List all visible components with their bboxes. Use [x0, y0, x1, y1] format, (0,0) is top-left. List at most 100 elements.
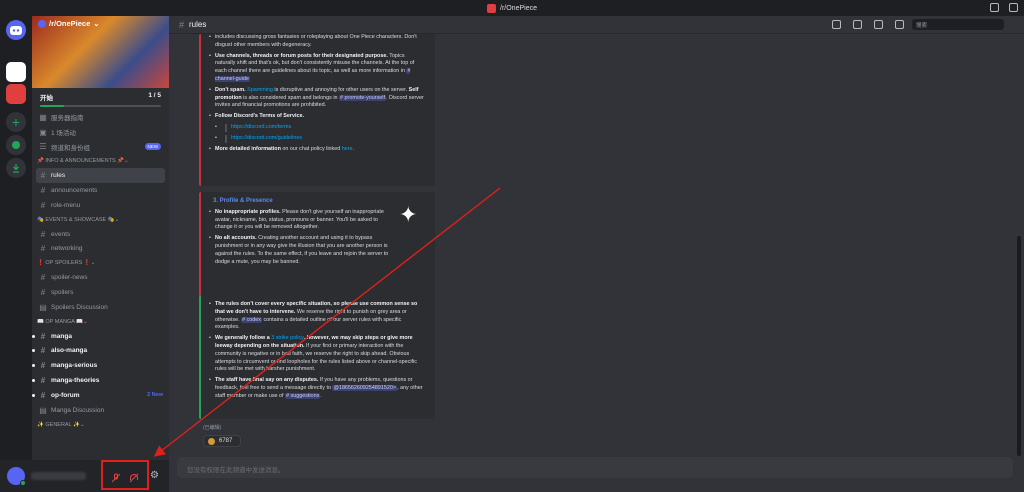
status-online-icon — [20, 480, 26, 486]
category-header[interactable]: 📖 OP MANGA 📖 ⌄ — [32, 315, 169, 329]
chevron-down-icon: ⌄ — [124, 158, 129, 165]
channel-name: also-manga — [51, 347, 88, 355]
members-icon[interactable] — [895, 20, 904, 29]
channel-name: spoilers — [51, 289, 74, 297]
window-title: /r/OnePiece — [500, 4, 537, 12]
sidebar-channel[interactable]: # spoiler-news — [32, 270, 169, 285]
user-mention[interactable]: @186562609254891520> — [332, 384, 398, 391]
category-header[interactable]: ✨ GENERAL ✨ ⌄ — [32, 418, 169, 432]
unread-dot — [32, 379, 35, 383]
title-bar: /r/OnePiece — [0, 0, 1024, 16]
scrollbar[interactable] — [1017, 236, 1021, 456]
server-name[interactable]: /r/OnePiece ⌄ — [38, 19, 100, 28]
hash-icon: # — [40, 186, 46, 196]
sidebar-top-item[interactable]: ▦ 服务器指南 — [32, 110, 169, 125]
channel-mention[interactable]: # promote-yourself — [339, 94, 386, 101]
channel-name: manga — [51, 332, 72, 340]
unread-dot — [32, 349, 35, 353]
notifications-muted-icon[interactable] — [853, 20, 862, 29]
hash-icon: # — [40, 244, 46, 254]
hash-icon: # — [40, 346, 46, 356]
inbox-icon[interactable] — [990, 3, 999, 12]
hash-icon: # — [40, 273, 46, 283]
edited-label: (已编辑) — [203, 425, 222, 431]
sidebar-channel[interactable]: # manga-theories — [32, 373, 169, 388]
home-discord-icon[interactable] — [6, 20, 26, 40]
channel-name: Manga Discussion — [51, 406, 105, 414]
reaction-button[interactable]: 6787 — [203, 435, 241, 447]
add-server-icon[interactable]: + — [6, 112, 26, 132]
sidebar-top-item[interactable]: ☰ 频道和身份组 NEW — [32, 140, 169, 155]
category-header[interactable]: 🎭 EVENTS & SHOWCASE 🎭 ⌄ — [32, 213, 169, 227]
sidebar-channel[interactable]: # op-forum 2 New — [32, 388, 169, 403]
terms-link: https://discord.com/terms — [215, 123, 425, 132]
sidebar-channel[interactable]: # rules — [36, 168, 165, 184]
channel-name: manga-serious — [51, 362, 98, 370]
here-link[interactable]: here — [342, 146, 353, 152]
microphone-muted-icon[interactable] — [111, 470, 121, 483]
sidebar-item-label: 1 场活动 — [51, 130, 76, 138]
sidebar-item-label: 服务器指南 — [51, 115, 84, 123]
explore-icon[interactable] — [6, 135, 26, 155]
chevron-down-icon: ⌄ — [93, 19, 100, 28]
download-icon[interactable] — [6, 158, 26, 178]
gear-icon[interactable]: ⚙ — [150, 470, 159, 481]
forum-icon: ▤ — [39, 302, 47, 312]
channel-name: rules — [51, 172, 66, 180]
sidebar-channel[interactable]: # spoilers — [32, 285, 169, 300]
sidebar-channel[interactable]: # announcements — [32, 183, 169, 198]
rule-item: We generally follow a 3 strike policy, h… — [209, 335, 425, 374]
rule-item: The rules don't cover every specific sit… — [209, 301, 425, 332]
search-input[interactable]: 搜索 — [912, 19, 1004, 30]
chevron-down-icon: ⌄ — [114, 216, 120, 223]
channel-name: announcements — [51, 187, 98, 195]
discord-app: /r/OnePiece 在服务 + /r/OnePiece ⌄ — [0, 0, 1024, 492]
sidebar-channel[interactable]: # also-manga — [32, 344, 169, 359]
threads-icon[interactable] — [832, 20, 841, 29]
category-header[interactable]: 📌 INFO & ANNOUNCEMENTS 📌 ⌄ — [32, 154, 169, 168]
server-onepiece-icon[interactable] — [6, 84, 26, 104]
reaction-count: 6787 — [219, 438, 233, 444]
channel-mention[interactable]: # codex — [241, 316, 262, 323]
headphones-deafened-icon[interactable] — [129, 470, 139, 483]
category-name: ✨ GENERAL ✨ — [37, 421, 80, 428]
channel-name: networking — [51, 245, 83, 253]
channel-sidebar: /r/OnePiece ⌄ 开始 1 / 5 ▦ 服务器指南 ▣ 1 场活动 ☰ 频道和身… — [32, 16, 169, 460]
sidebar-channel[interactable]: # role-menu — [32, 198, 169, 213]
sidebar-channel[interactable]: ▤ Spoilers Discussion — [32, 300, 169, 315]
channel-name: Spoilers Discussion — [51, 303, 108, 311]
chevron-down-icon: ⌄ — [90, 260, 96, 267]
sidebar-channel[interactable]: # networking — [32, 242, 169, 257]
link[interactable]: Spamming — [247, 87, 273, 93]
progress-count: 1 / 5 — [148, 92, 161, 99]
new-posts-tag: 2 New — [147, 392, 163, 399]
avatar[interactable] — [7, 467, 26, 486]
rules-embed-final: The rules don't cover every specific sit… — [199, 296, 435, 419]
rule-item: No inappropriate profiles. Please don't … — [209, 209, 391, 232]
help-icon[interactable] — [1009, 3, 1018, 12]
server-openai-icon[interactable] — [6, 62, 26, 82]
channel-name: spoiler-news — [51, 274, 88, 282]
onboarding-progress[interactable]: 开始 1 / 5 — [32, 88, 169, 110]
pin-icon[interactable] — [874, 20, 883, 29]
rule-item: Follow Discord's Terms of Service. — [209, 113, 425, 121]
sidebar-channel[interactable]: # manga — [32, 329, 169, 344]
sidebar-channel[interactable]: # events — [32, 227, 169, 242]
username-blurred — [31, 472, 86, 480]
channel-name: events — [51, 230, 71, 238]
strike-policy-link[interactable]: 3 strike policy — [271, 335, 304, 341]
category-name: 📌 INFO & ANNOUNCEMENTS 📌 — [37, 158, 125, 165]
sidebar-channel[interactable]: ▤ Manga Discussion — [32, 403, 169, 418]
calendar-icon: ▣ — [39, 127, 47, 137]
channel-mention[interactable]: # suggestions — [285, 392, 321, 399]
message-composer: 您没有权限在此频道中发送消息。 — [177, 457, 1013, 478]
sidebar-top-item[interactable]: ▣ 1 场活动 — [32, 125, 169, 140]
embed-text: includes discussing gross fantasies or r… — [209, 34, 425, 50]
sidebar-channel[interactable]: # manga-serious — [32, 358, 169, 373]
guide-icon: ▦ — [39, 112, 47, 122]
sparkle-icon: ✦ — [399, 202, 418, 227]
hash-icon: # — [40, 331, 46, 341]
rule-item: Use channels, threads or forum posts for… — [209, 53, 425, 84]
category-header[interactable]: ❗ OP SPOILERS ❗ ⌄ — [32, 256, 169, 270]
sidebar-item-label: 频道和身份组 — [51, 144, 90, 152]
